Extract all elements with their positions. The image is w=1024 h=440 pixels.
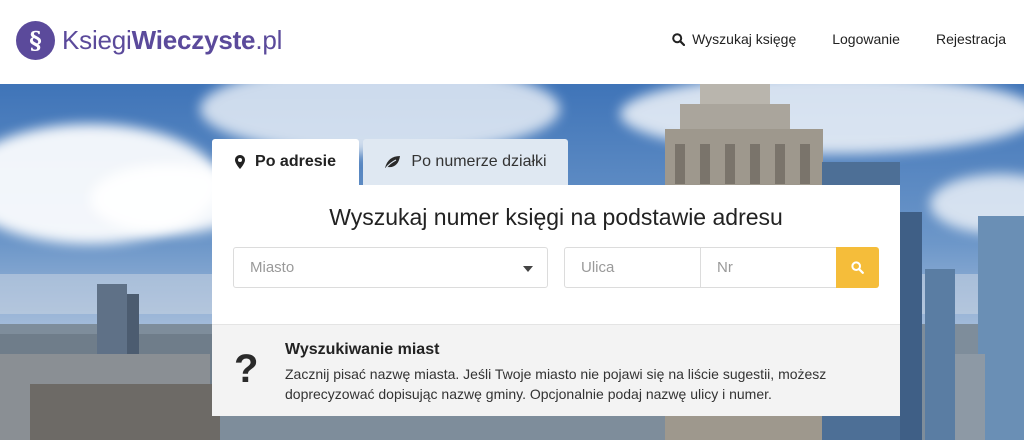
help-title: Wyszukiwanie miast: [285, 341, 440, 358]
leaf-icon: [385, 156, 401, 169]
street-input[interactable]: Ulica: [564, 247, 701, 288]
nav-login-link[interactable]: Logowanie: [832, 31, 900, 47]
site-header: § KsiegiWieczyste.pl Wyszukaj księgę Log…: [0, 0, 1024, 84]
nav-search-link[interactable]: Wyszukaj księgę: [672, 31, 796, 47]
search-card: Wyszukaj numer księgi na podstawie adres…: [212, 185, 900, 324]
street-placeholder: Ulica: [581, 259, 615, 276]
number-input[interactable]: Nr: [700, 247, 837, 288]
tab-by-address-label: Po adresie: [255, 153, 336, 170]
logo-text: KsiegiWieczyste.pl: [62, 25, 282, 56]
search-button[interactable]: [836, 247, 879, 288]
top-nav: Wyszukaj księgę Logowanie Rejestracja: [636, 31, 1006, 47]
tab-by-parcel-label: Po numerze działki: [411, 153, 547, 170]
search-title: Wyszukaj numer księgi na podstawie adres…: [329, 204, 783, 230]
help-text: Zacznij pisać nazwę miasta. Jeśli Twoje …: [285, 366, 827, 402]
logo-tld: .pl: [255, 25, 283, 55]
number-placeholder: Nr: [717, 259, 733, 276]
tab-by-address[interactable]: Po adresie: [212, 139, 359, 185]
search-icon: [672, 32, 686, 46]
city-placeholder: Miasto: [250, 259, 295, 276]
city-search-help: ? Wyszukiwanie miast Zacznij pisać nazwę…: [212, 324, 900, 416]
logo-name-light: Ksiegi: [62, 25, 132, 55]
nav-login-label: Logowanie: [832, 31, 900, 47]
nav-register-link[interactable]: Rejestracja: [936, 31, 1006, 47]
search-icon: [851, 261, 864, 274]
logo-badge: §: [16, 21, 55, 60]
nav-register-label: Rejestracja: [935, 31, 1006, 47]
nav-search-label: Wyszukaj księgę: [692, 31, 797, 47]
map-pin-icon: [235, 155, 246, 169]
question-icon: ?: [234, 347, 259, 391]
city-select[interactable]: Miasto: [233, 247, 548, 288]
tab-by-parcel-number[interactable]: Po numerze działki: [363, 139, 568, 185]
chevron-down-icon: [523, 266, 533, 272]
logo-name-bold: Wieczyste: [131, 25, 256, 55]
logo[interactable]: § KsiegiWieczyste.pl: [16, 21, 282, 60]
